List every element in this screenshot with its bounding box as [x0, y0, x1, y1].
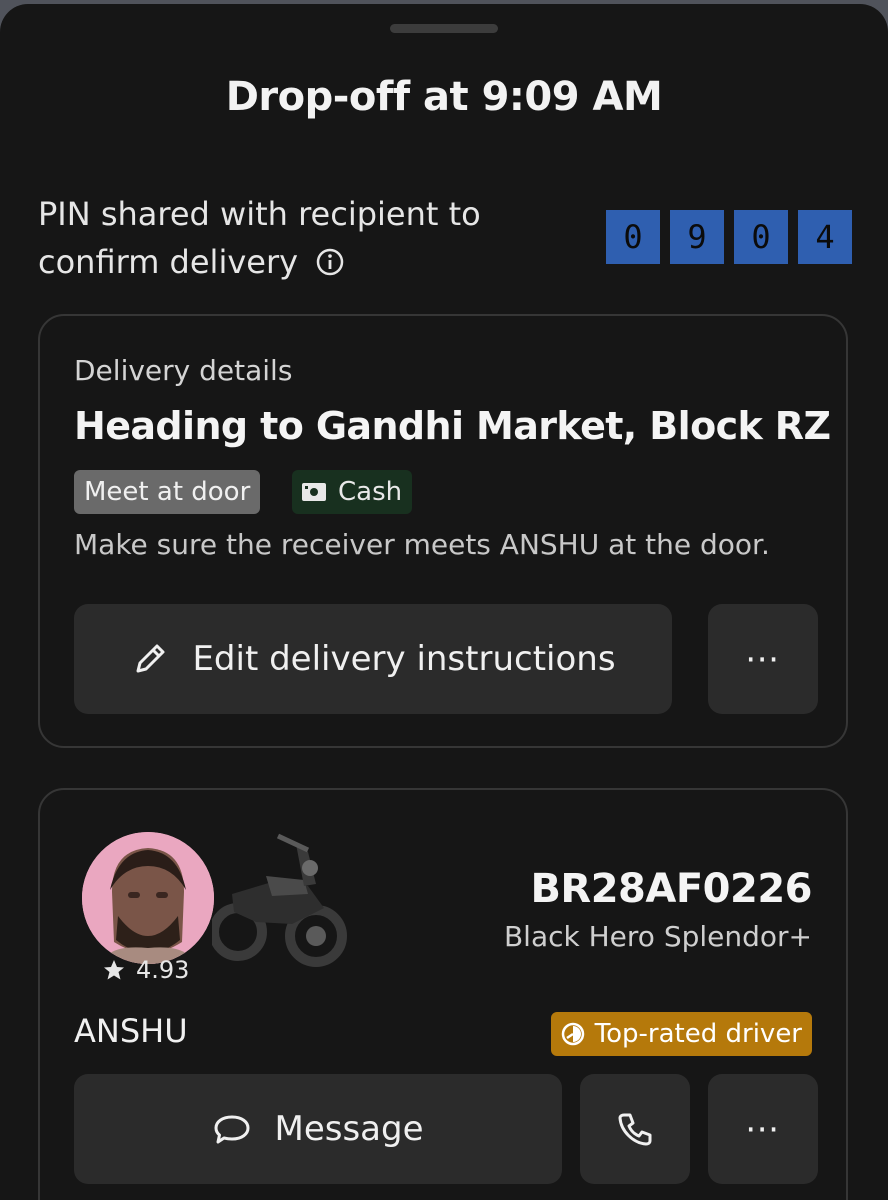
meet-at-door-label: Meet at door [84, 477, 251, 507]
pin-code: 0 9 0 4 [606, 210, 852, 264]
star-icon [104, 960, 124, 980]
delivery-details-card: Delivery details Heading to Gandhi Marke… [38, 314, 848, 748]
edit-delivery-instructions-button[interactable]: Edit delivery instructions [74, 604, 672, 714]
pin-digit-4: 4 [798, 210, 852, 264]
phone-icon [618, 1113, 652, 1146]
more-dots-icon: ⋯ [745, 1109, 781, 1149]
driver-name: ANSHU [74, 1012, 188, 1050]
edit-delivery-instructions-label: Edit delivery instructions [192, 639, 616, 679]
pin-digit-2: 9 [670, 210, 724, 264]
top-rated-driver-badge: Top-rated driver [550, 1012, 812, 1056]
pin-digit-3: 0 [734, 210, 788, 264]
delivery-details-label: Delivery details [74, 354, 293, 387]
driver-avatar [82, 832, 214, 964]
driver-rating: 4.93 [102, 956, 189, 984]
delivery-destination-heading: Heading to Gandhi Market, Block RZ [74, 404, 831, 448]
delivery-note: Make sure the receiver meets ANSHU at th… [74, 528, 770, 561]
vehicle-description: Black Hero Splendor+ [503, 920, 812, 953]
driver-more-options-button[interactable]: ⋯ [708, 1074, 818, 1184]
bottom-sheet: Drop-off at 9:09 AM PIN shared with reci… [0, 4, 888, 1200]
pin-description: PIN shared with recipient to confirm del… [38, 190, 558, 286]
pin-text-line-2-label: confirm delivery [38, 243, 299, 281]
pin-digit-1: 0 [606, 210, 660, 264]
delivery-more-options-button[interactable]: ⋯ [708, 604, 818, 714]
call-driver-button[interactable] [580, 1074, 690, 1184]
top-rated-driver-label: Top-rated driver [594, 1019, 802, 1049]
info-icon[interactable] [316, 248, 344, 276]
pin-text-line-2: confirm delivery [38, 238, 558, 286]
pin-text-line-1: PIN shared with recipient to [38, 195, 481, 233]
driver-photo [82, 832, 214, 964]
more-dots-icon: ⋯ [745, 639, 781, 679]
meet-at-door-chip: Meet at door [74, 470, 261, 514]
pencil-icon [136, 644, 165, 673]
message-icon [214, 1115, 250, 1144]
cash-payment-chip: Cash [292, 470, 413, 514]
license-plate: BR28AF0226 [530, 866, 812, 912]
message-driver-button[interactable]: Message [74, 1074, 562, 1184]
message-label: Message [274, 1109, 424, 1149]
badge-icon [561, 1022, 584, 1046]
cash-label: Cash [338, 477, 403, 507]
sheet-grabber-handle[interactable] [390, 24, 498, 33]
driver-card: 4.93 BR28AF0226 Black Hero Splendor+ ANS… [38, 788, 848, 1200]
driver-rating-value: 4.93 [136, 956, 190, 984]
dropoff-time-title: Drop-off at 9:09 AM [225, 74, 663, 120]
motorcycle-image [212, 833, 347, 967]
cash-icon [302, 483, 326, 501]
